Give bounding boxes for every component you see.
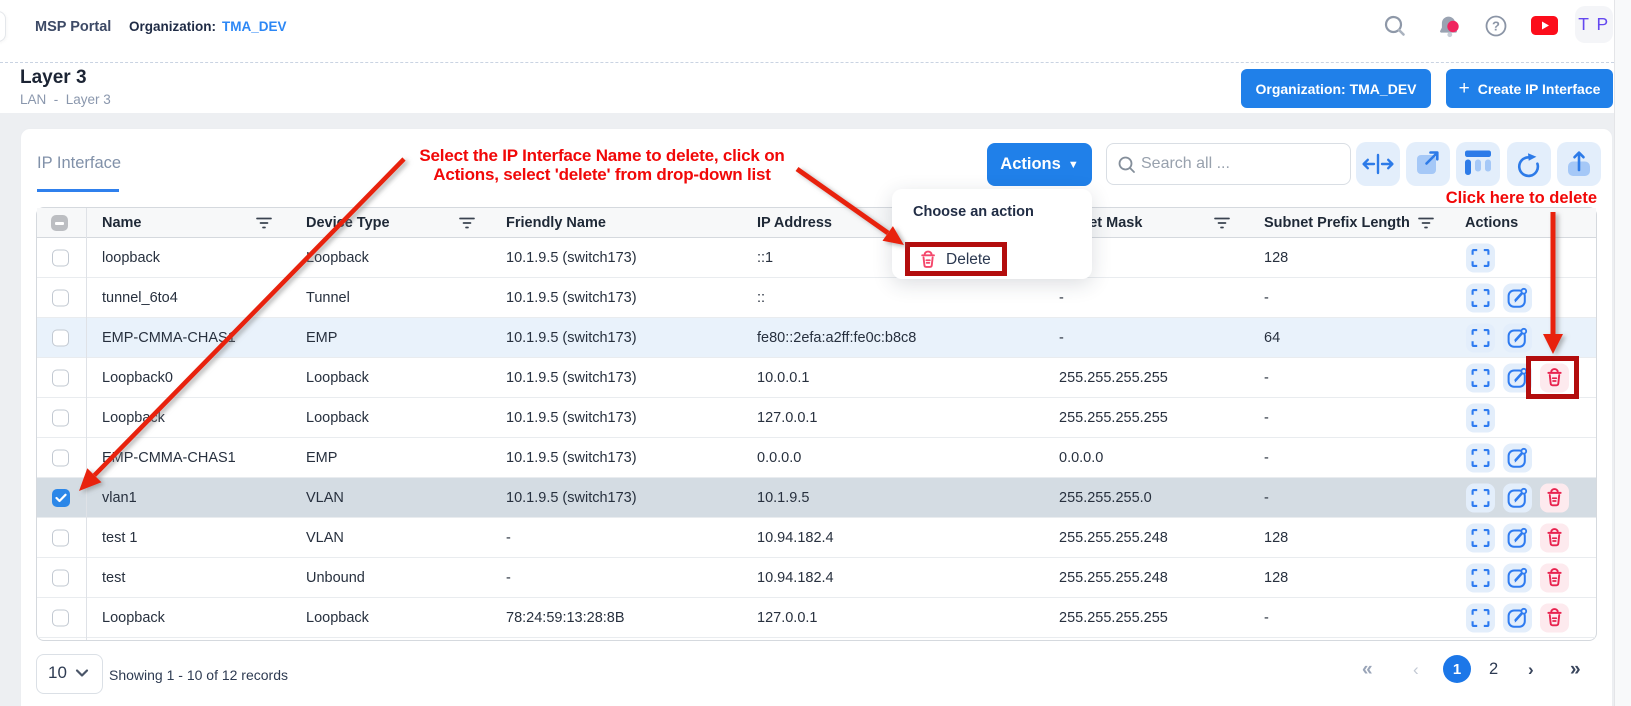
svg-text:?: ?: [1492, 19, 1500, 34]
